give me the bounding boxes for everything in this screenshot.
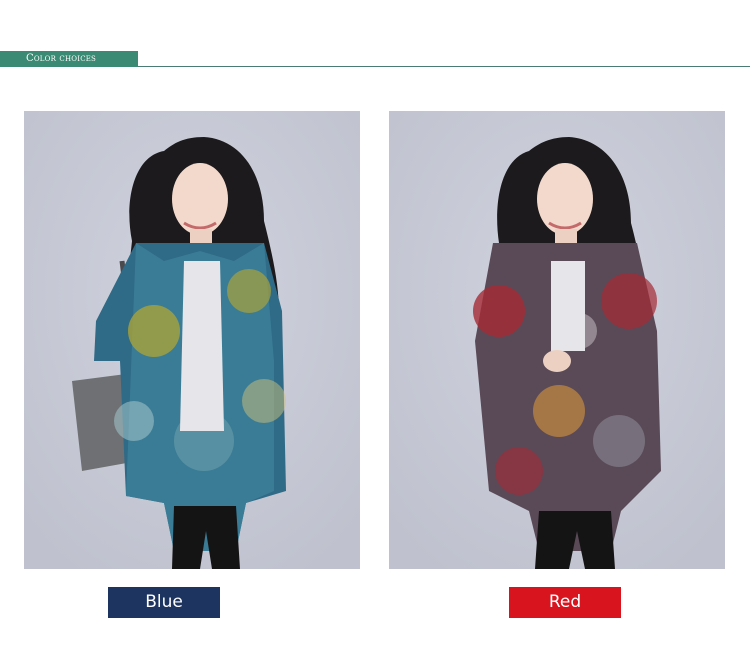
product-photo-blue[interactable] <box>24 111 360 569</box>
section-title: Color choices <box>26 53 97 64</box>
product-photo-red[interactable] <box>389 111 725 569</box>
color-option-blue[interactable]: Blue <box>108 587 220 618</box>
section-title-tab: Color choices <box>0 51 138 67</box>
model-illustration-blue <box>24 111 360 569</box>
color-option-red-label: Red <box>548 592 582 612</box>
color-option-blue-label: Blue <box>145 592 183 612</box>
color-option-red[interactable]: Red <box>509 587 621 618</box>
model-illustration-red <box>389 111 725 569</box>
section-divider <box>138 66 750 67</box>
